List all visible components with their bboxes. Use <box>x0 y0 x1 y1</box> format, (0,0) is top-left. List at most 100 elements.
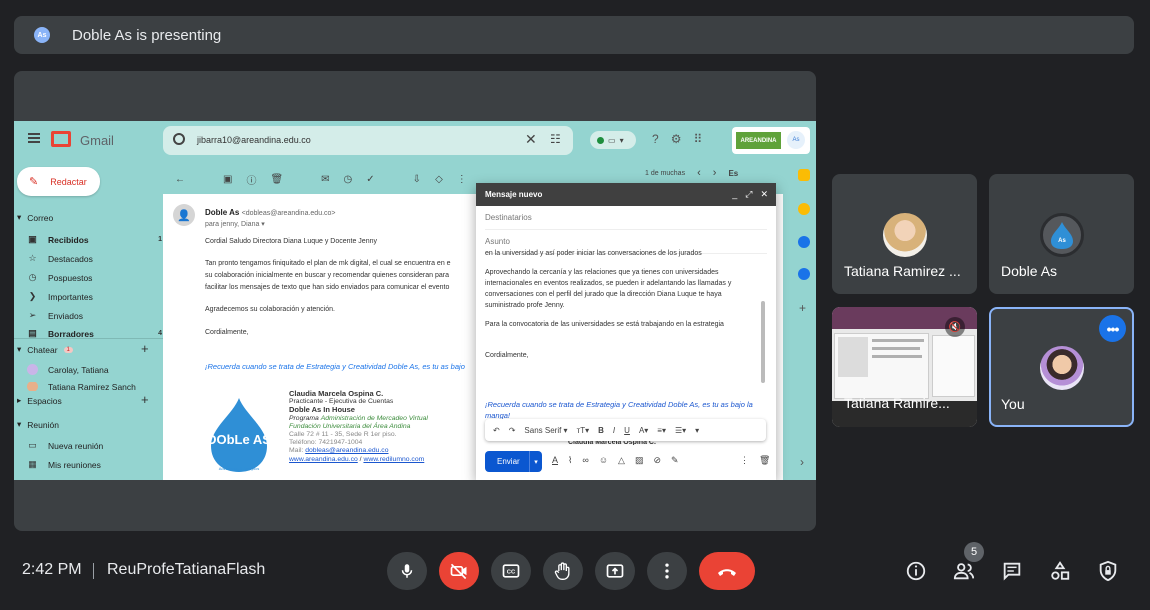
photo-icon[interactable]: ▨ <box>635 455 644 466</box>
report-icon[interactable]: ⓘ <box>246 172 256 187</box>
add-space-icon[interactable]: + <box>141 392 149 407</box>
move-icon[interactable]: ⇩ <box>413 174 421 185</box>
self-tile[interactable]: ••• You <box>989 307 1134 427</box>
archive-icon[interactable]: ▣ <box>223 174 232 185</box>
label-icon[interactable]: ◇ <box>435 174 443 185</box>
help-icon[interactable]: ? <box>652 132 659 146</box>
sidebar-item-pospuestos[interactable]: ◷ Pospuestos <box>27 272 162 283</box>
more-vert-icon[interactable]: ⋮ <box>740 455 749 466</box>
clear-icon[interactable]: ✕ <box>525 131 537 148</box>
attach-icon[interactable]: ⌇ <box>568 455 572 466</box>
filter-icon[interactable]: ☷ <box>550 132 561 146</box>
calendar-icon: ▦ <box>28 459 37 469</box>
link-icon[interactable]: ∞ <box>582 455 588 466</box>
language-select[interactable]: Es <box>728 169 738 178</box>
leave-call-button[interactable] <box>699 552 755 590</box>
font-size-icon[interactable]: тT▾ <box>577 426 590 435</box>
more-options-button[interactable]: ••• <box>1099 315 1126 342</box>
emoji-icon[interactable]: ☺ <box>599 455 608 466</box>
chevron-right-icon[interactable]: › <box>713 167 717 179</box>
chevron-down-icon[interactable]: ▾ <box>529 451 542 472</box>
search-input[interactable]: jibarra10@areandina.edu.co <box>197 135 311 145</box>
compose-body[interactable]: en la universidad y así poder iniciar la… <box>485 250 755 361</box>
delete-icon[interactable]: 🗑 <box>270 174 283 185</box>
section-correo[interactable]: ▾ Correo <box>17 212 53 223</box>
web-link[interactable]: www.areandina.edu.co <box>289 456 358 463</box>
more-format-icon[interactable]: ▾ <box>695 426 699 435</box>
minimize-icon[interactable]: _ <box>732 189 737 200</box>
expand-icon[interactable]: ⤢ <box>745 189 752 200</box>
more-options-button[interactable] <box>647 552 687 590</box>
undo-icon[interactable]: ↶ <box>493 426 500 435</box>
sidebar-item-enviados[interactable]: ➢ Enviados <box>27 310 162 321</box>
sidebar-item-borradores[interactable]: ▤ Borradores 4 <box>27 329 162 338</box>
recipients[interactable]: para jenny, Diana ▾ <box>205 220 265 228</box>
more-vert-icon[interactable]: ⋮ <box>457 174 467 185</box>
camera-button[interactable] <box>439 552 479 590</box>
snooze-icon[interactable]: ◷ <box>344 174 353 185</box>
participant-name: Tatiana Ramire... <box>844 395 950 411</box>
raise-hand-button[interactable] <box>543 552 583 590</box>
bold-icon[interactable]: B <box>598 426 604 435</box>
redo-icon[interactable]: ↷ <box>509 426 516 435</box>
lock-icon[interactable]: ⊘ <box>653 455 661 466</box>
calendar-app-icon[interactable] <box>798 169 810 181</box>
present-button[interactable] <box>595 552 635 590</box>
scrollbar[interactable] <box>761 301 765 383</box>
discard-icon[interactable]: 🗑 <box>759 455 770 466</box>
host-controls-button[interactable] <box>1095 558 1121 584</box>
activities-button[interactable] <box>1047 558 1073 584</box>
format-text-icon[interactable]: A <box>552 455 558 466</box>
section-espacios[interactable]: ▸ Espacios <box>17 395 62 406</box>
mic-button[interactable] <box>387 552 427 590</box>
sidebar-item-destacados[interactable]: ☆ Destacados <box>27 253 162 264</box>
web-link[interactable]: www.redilumno.com <box>363 456 424 463</box>
align-icon[interactable]: ≡▾ <box>657 426 666 435</box>
back-icon[interactable]: ← <box>175 174 185 185</box>
contacts-icon[interactable] <box>798 268 810 280</box>
send-button[interactable]: Enviar ▾ <box>485 451 542 472</box>
search-bar[interactable]: jibarra10@areandina.edu.co ✕ ☷ <box>163 126 573 155</box>
mark-unread-icon[interactable]: ✉ <box>321 174 329 185</box>
recipients-field[interactable]: Destinatarios <box>485 206 767 230</box>
section-chatear[interactable]: ▾ Chatear 1 <box>17 344 73 355</box>
signature-icon[interactable]: ✎ <box>671 455 679 466</box>
drive-icon[interactable]: △ <box>618 455 625 466</box>
sidebar-item-nueva-reunion[interactable]: ▭ Nueva reunión <box>27 440 162 451</box>
compose-button[interactable]: ✎ Redactar <box>17 167 100 196</box>
menu-icon[interactable] <box>28 133 40 143</box>
chevron-left-icon[interactable]: ‹ <box>697 167 701 179</box>
sidebar-item-mis-reuniones[interactable]: ▦ Mis reuniones <box>27 459 162 470</box>
section-reunion[interactable]: ▾ Reunión <box>17 419 59 430</box>
participant-tile[interactable]: Tatiana Ramirez ... <box>832 174 977 294</box>
apps-icon[interactable]: ⠿ <box>693 132 702 146</box>
gear-icon[interactable]: ⚙ <box>671 132 682 146</box>
add-addon-icon[interactable]: + <box>799 301 806 315</box>
participant-tile[interactable]: 🔇 Tatiana Ramire... <box>832 307 977 427</box>
font-select[interactable]: Sans Serif ▾ <box>524 426 567 435</box>
account-brand[interactable]: AREANDINA As <box>732 127 810 154</box>
underline-icon[interactable]: U <box>624 426 630 435</box>
mail-link[interactable]: dobleas@areandina.edu.co <box>305 447 388 454</box>
captions-button[interactable]: CC <box>491 552 531 590</box>
sidebar-item-importantes[interactable]: ❯ Importantes <box>27 291 162 302</box>
people-button[interactable] <box>951 558 977 584</box>
participant-tile[interactable]: As Doble As <box>989 174 1134 294</box>
add-task-icon[interactable]: ✓ <box>366 174 374 185</box>
italic-icon[interactable]: I <box>613 426 615 435</box>
chat-item[interactable]: Tatiana Ramirez Sanch <box>27 382 162 391</box>
account-avatar[interactable]: As <box>787 131 805 149</box>
close-icon[interactable]: ✕ <box>760 189 768 200</box>
chevron-right-icon[interactable]: › <box>800 455 804 469</box>
chat-button[interactable] <box>999 558 1025 584</box>
text-color-icon[interactable]: A▾ <box>639 426 648 435</box>
chat-item[interactable]: Carolay, Tatiana <box>27 364 162 375</box>
list-icon[interactable]: ☰▾ <box>675 426 686 435</box>
microphone-icon <box>401 564 413 578</box>
sidebar-item-recibidos[interactable]: ▣ Recibidos 1 <box>27 234 162 245</box>
tasks-icon[interactable] <box>798 236 810 248</box>
status-chip[interactable]: ▭ ▾ <box>590 131 636 149</box>
add-chat-icon[interactable]: + <box>141 341 149 356</box>
keep-icon[interactable] <box>798 203 810 215</box>
meeting-details-button[interactable] <box>903 558 929 584</box>
